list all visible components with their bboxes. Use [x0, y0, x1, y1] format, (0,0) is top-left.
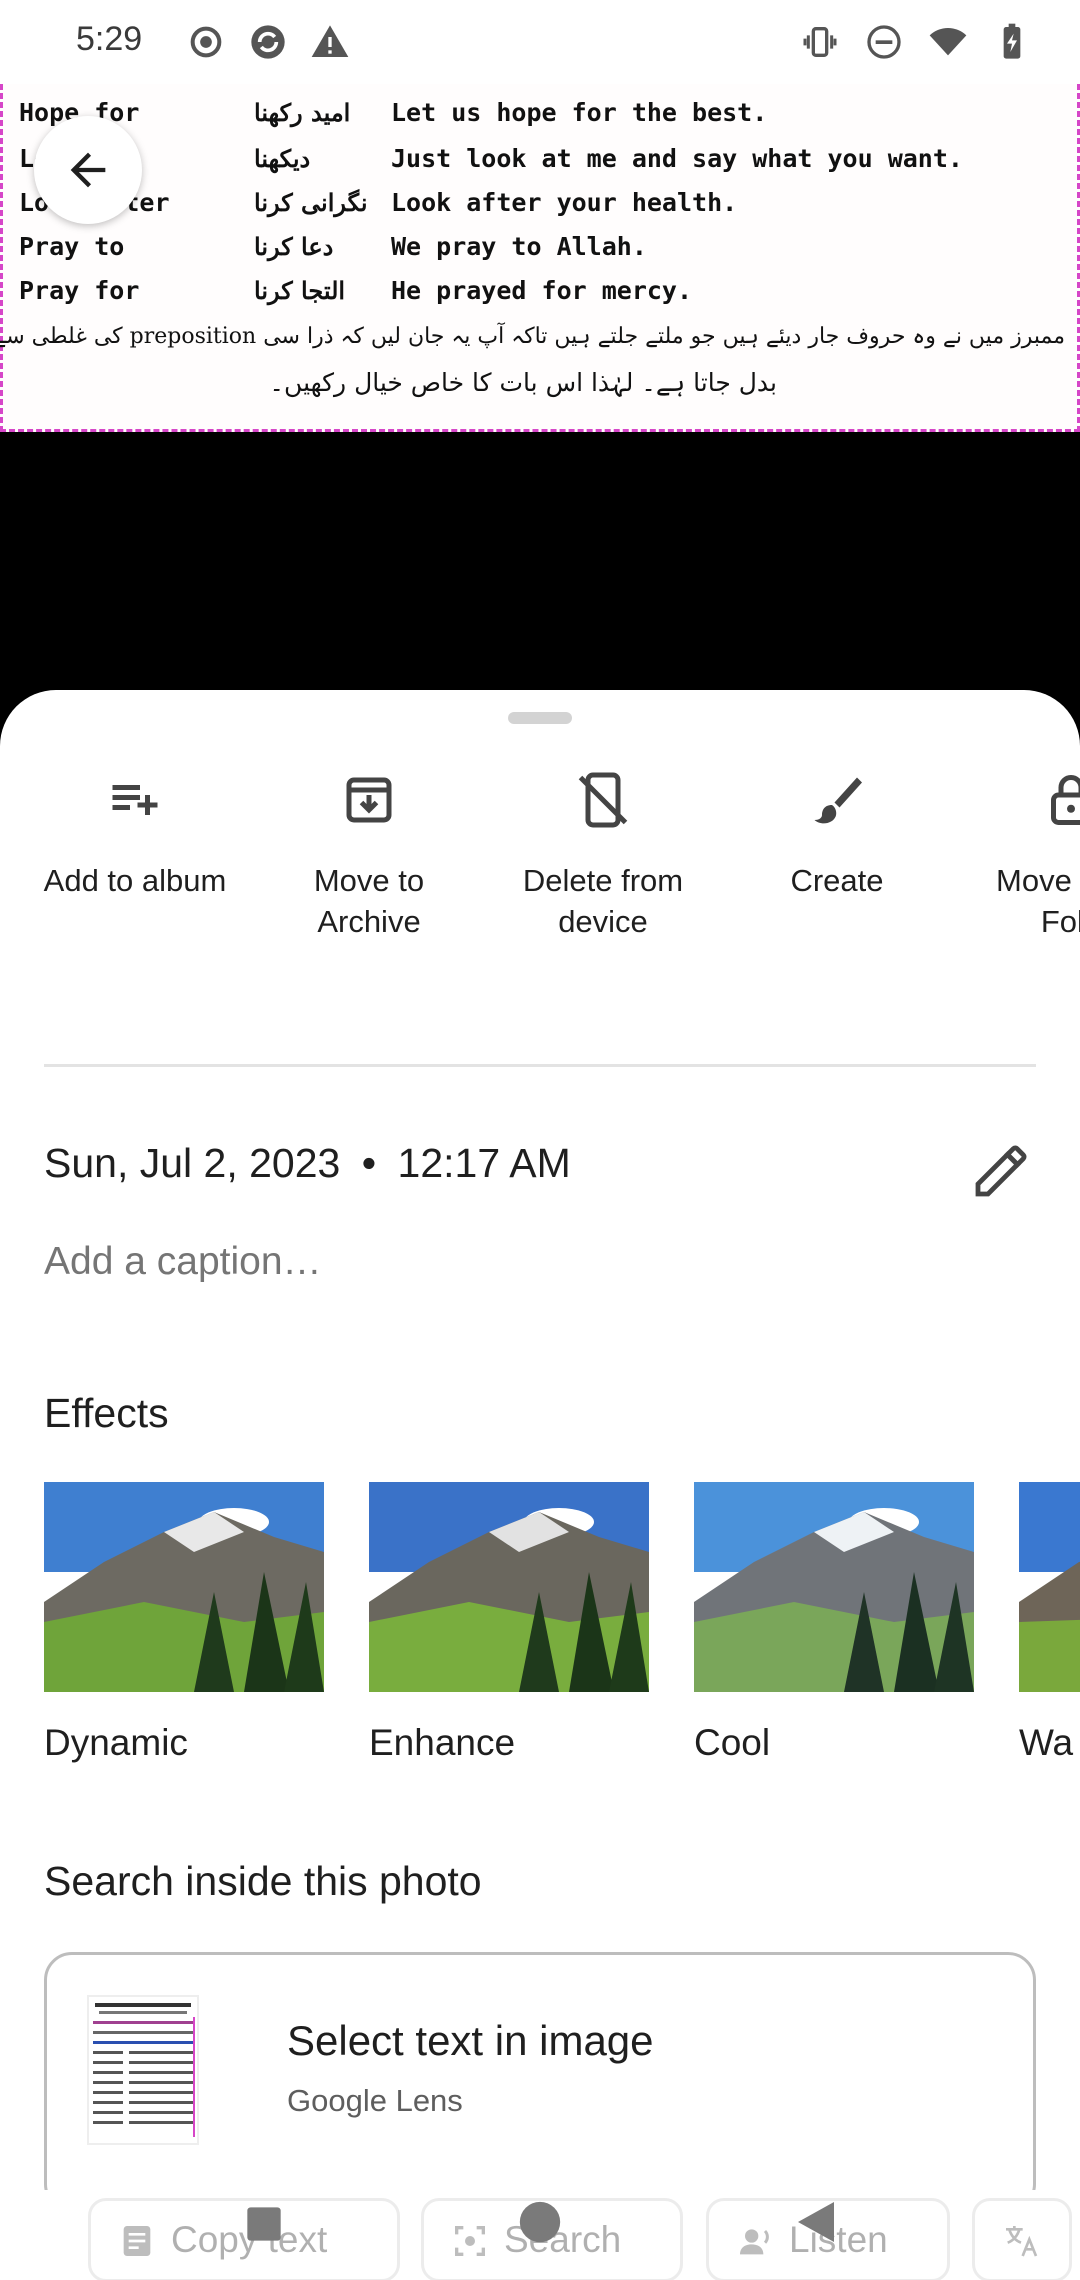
move-to-locked-folder-button[interactable]: Move Lock Fold	[966, 770, 1080, 942]
photo-date: Sun, Jul 2, 2023	[44, 1140, 341, 1186]
back-nav-button[interactable]	[794, 2198, 838, 2251]
battery-icon	[1003, 23, 1021, 59]
doc-row: Look دیکھنا Just look at me and say what…	[19, 144, 963, 173]
create-button[interactable]: Create	[732, 770, 942, 901]
home-button[interactable]	[518, 2200, 562, 2249]
add-to-album-button[interactable]: Add to album	[30, 770, 240, 901]
date-separator: •	[361, 1140, 377, 1186]
archive-icon	[346, 777, 392, 823]
effects-heading: Effects	[44, 1390, 169, 1436]
effect-cool[interactable]: Cool	[694, 1482, 974, 1764]
system-icons	[800, 22, 1032, 62]
effect-thumbnail	[1019, 1482, 1080, 1692]
date-time: Sun, Jul 2, 2023 • 12:17 AM	[44, 1140, 571, 1187]
lens-subtitle: Google Lens	[287, 2083, 463, 2118]
vibrate-icon	[803, 27, 837, 57]
record-icon	[190, 26, 222, 58]
doc-urdu-line: ممبرز میں نے وہ حروف جار دیئے ہیں جو ملت…	[0, 324, 1065, 349]
search-inside-heading: Search inside this photo	[44, 1858, 482, 1904]
brush-icon	[814, 777, 862, 824]
lens-title: Select text in image	[287, 2017, 654, 2064]
doc-row: Pray to دعا کرنا We pray to Allah.	[19, 232, 647, 261]
warning-icon	[311, 25, 349, 57]
recents-button[interactable]	[244, 2204, 284, 2249]
edit-date-icon[interactable]	[970, 1138, 1034, 1202]
circle-icon	[519, 2201, 561, 2243]
notification-icons	[186, 22, 350, 62]
doc-row: Look after نگرانی کرنا Look after your h…	[19, 188, 738, 217]
document-photo: Hope for امید رکھنا Let us hope for the …	[0, 84, 1080, 432]
photo-time: 12:17 AM	[397, 1140, 571, 1186]
caption-input[interactable]: Add a caption…	[44, 1240, 322, 1284]
effect-thumbnail	[369, 1482, 649, 1692]
doc-row: Pray for التجا کرنا He prayed for mercy.	[19, 276, 693, 305]
arrow-back-icon	[70, 152, 106, 188]
effect-dynamic[interactable]: Dynamic	[44, 1482, 324, 1764]
effect-thumbnail	[44, 1482, 324, 1692]
back-button[interactable]	[34, 116, 142, 224]
status-bar: 5:29	[0, 0, 1080, 84]
playlist-add-icon	[112, 785, 158, 815]
square-icon	[247, 2207, 281, 2241]
effect-warm[interactable]: Wa	[1019, 1482, 1080, 1764]
doc-urdu-line: بدل جاتا ہے۔ لہٰذا اس بات کا خاص خیال رک…	[269, 368, 777, 397]
wifi-icon	[929, 28, 967, 56]
effect-enhance[interactable]: Enhance	[369, 1482, 649, 1764]
delete-from-device-icon	[578, 772, 628, 828]
details-bottom-sheet[interactable]: Add to album Move to Archive Delete from…	[0, 690, 1080, 2280]
status-time: 5:29	[76, 20, 143, 58]
effect-thumbnail	[694, 1482, 974, 1692]
doc-row: Hope for امید رکھنا Let us hope for the …	[19, 98, 768, 127]
action-row: Add to album Move to Archive Delete from…	[0, 770, 1080, 1000]
system-nav-bar	[0, 2168, 1080, 2280]
triangle-back-icon	[798, 2202, 834, 2242]
move-to-archive-button[interactable]: Move to Archive	[264, 770, 474, 942]
delete-from-device-button[interactable]: Delete from device	[498, 770, 708, 942]
do-not-disturb-icon	[867, 25, 901, 59]
lock-icon	[1051, 775, 1080, 825]
effects-carousel[interactable]: Dynamic Enhance Cool Wa	[44, 1482, 1080, 1763]
photo-viewer[interactable]: Hope for امید رکھنا Let us hope for the …	[0, 84, 1080, 696]
sync-app-icon	[251, 25, 285, 59]
lens-thumbnail	[87, 1995, 199, 2145]
divider	[44, 1064, 1036, 1067]
drag-handle[interactable]	[508, 712, 572, 724]
